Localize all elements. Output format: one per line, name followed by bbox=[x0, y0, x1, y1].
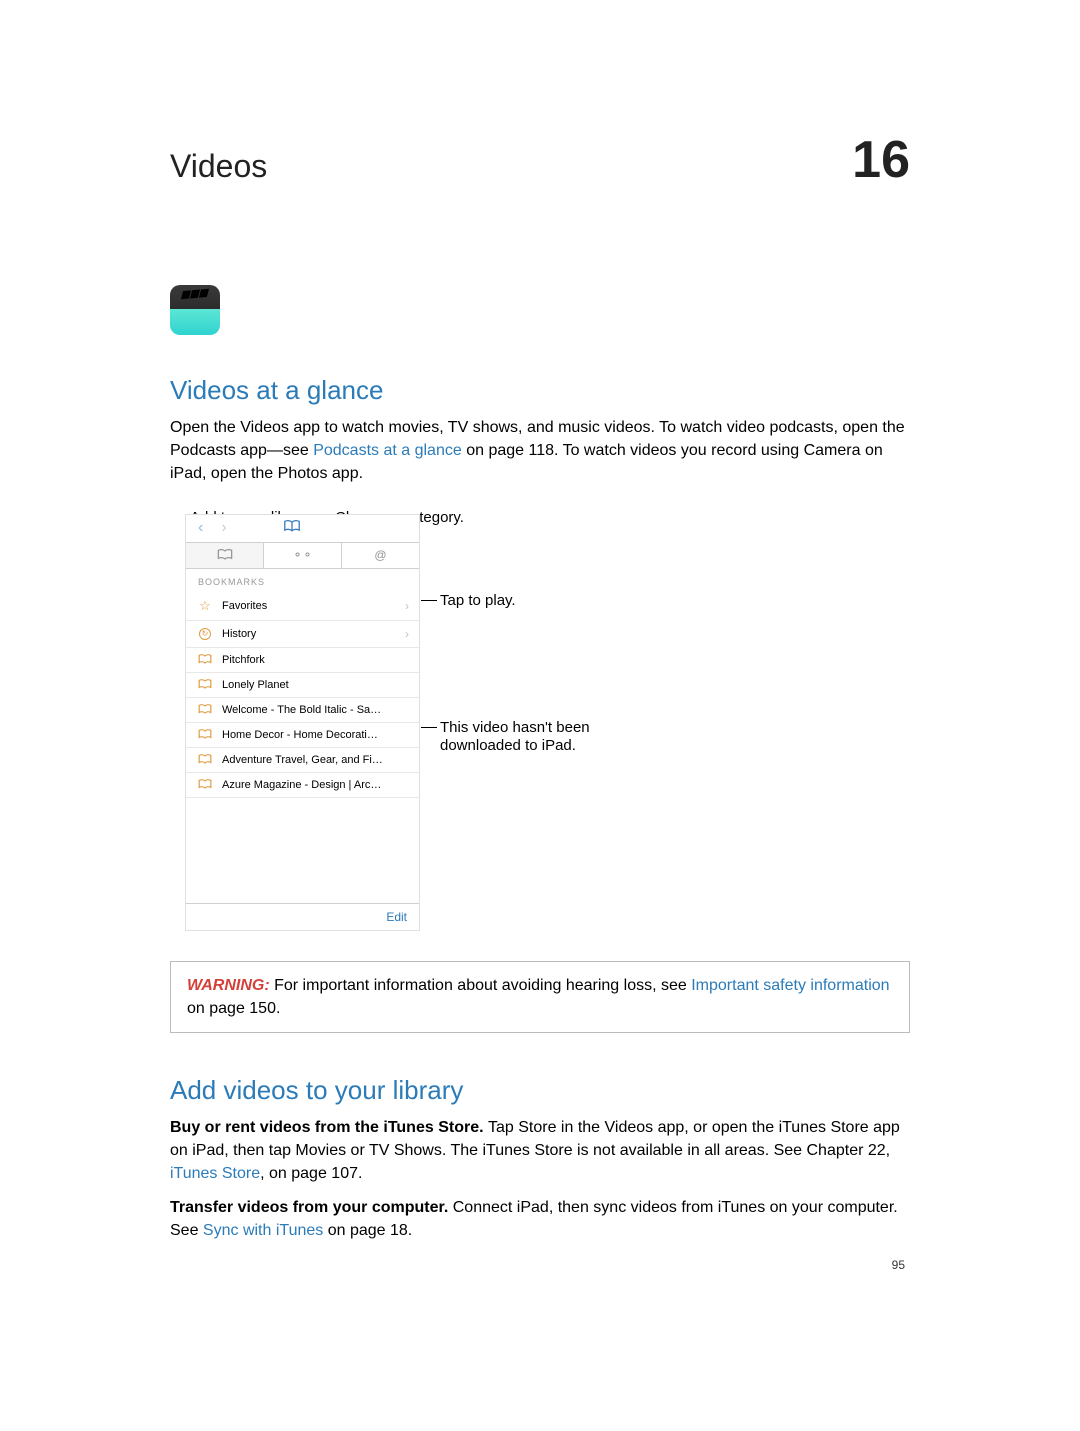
chapter-title: Videos bbox=[170, 148, 267, 185]
list-item-label: Adventure Travel, Gear, and Fi… bbox=[222, 754, 409, 766]
book-icon bbox=[198, 729, 212, 740]
link-sync-itunes[interactable]: Sync with iTunes bbox=[203, 1222, 323, 1239]
list-item[interactable]: Welcome - The Bold Italic - Sa… bbox=[186, 698, 419, 723]
bookmarks-screenshot: ‹ › ⚬⚬ @ BOOKMARKS ☆ Favorites › ↻ History › P… bbox=[185, 514, 420, 931]
list-item[interactable]: ☆ Favorites › bbox=[186, 592, 419, 621]
book-open-icon bbox=[283, 520, 301, 536]
tab-bookmarks[interactable] bbox=[186, 543, 264, 568]
tab-reading-list[interactable]: ⚬⚬ bbox=[264, 543, 342, 568]
warning-box: WARNING: For important information about… bbox=[170, 961, 910, 1033]
list-item[interactable]: Lonely Planet bbox=[186, 673, 419, 698]
browser-top-bar: ‹ › bbox=[186, 515, 419, 543]
chapter-header: Videos 16 bbox=[170, 130, 910, 190]
list-item-label: Favorites bbox=[222, 600, 395, 612]
list-item-label: Pitchfork bbox=[222, 654, 409, 666]
edit-button[interactable]: Edit bbox=[186, 903, 419, 930]
list-item[interactable]: Adventure Travel, Gear, and Fi… bbox=[186, 748, 419, 773]
list-item[interactable]: Home Decor - Home Decorati… bbox=[186, 723, 419, 748]
videos-app-icon bbox=[170, 285, 220, 335]
chapter-number: 16 bbox=[852, 130, 910, 190]
list-item-label: Azure Magazine - Design | Arc… bbox=[222, 779, 409, 791]
list-item-label: Welcome - The Bold Italic - Sa… bbox=[222, 704, 409, 716]
book-icon bbox=[198, 754, 212, 765]
bookmarks-label: BOOKMARKS bbox=[186, 569, 419, 592]
back-icon: ‹ bbox=[198, 519, 203, 537]
callout-not-downloaded: This video hasn't beendownloaded to iPad… bbox=[440, 719, 590, 757]
page-number: 95 bbox=[892, 1258, 905, 1272]
chevron-right-icon: › bbox=[405, 599, 409, 613]
chevron-right-icon: › bbox=[405, 627, 409, 641]
link-podcasts[interactable]: Podcasts at a glance bbox=[313, 442, 462, 459]
book-icon bbox=[198, 654, 212, 665]
tab-bar: ⚬⚬ @ bbox=[186, 543, 419, 569]
list-item[interactable]: Azure Magazine - Design | Arc… bbox=[186, 773, 419, 798]
section-heading-glance: Videos at a glance bbox=[170, 375, 910, 406]
link-safety-info[interactable]: Important safety information bbox=[691, 977, 889, 994]
book-icon bbox=[198, 679, 212, 690]
warning-label: WARNING: bbox=[187, 977, 274, 994]
tab-shared-links[interactable]: @ bbox=[342, 543, 419, 568]
star-icon: ☆ bbox=[198, 598, 212, 614]
book-icon bbox=[198, 704, 212, 715]
screenshot-figure: Add to your library. Choose a category. … bbox=[185, 514, 910, 931]
callout-tap-play: Tap to play. bbox=[440, 592, 516, 611]
list-item-label: Lonely Planet bbox=[222, 679, 409, 691]
list-item-label: History bbox=[222, 628, 395, 640]
list-item-label: Home Decor - Home Decorati… bbox=[222, 729, 409, 741]
section-heading-add-videos: Add videos to your library bbox=[170, 1075, 910, 1106]
clock-icon: ↻ bbox=[198, 628, 212, 640]
section-paragraph: Open the Videos app to watch movies, TV … bbox=[170, 416, 910, 486]
paragraph-buy-rent: Buy or rent videos from the iTunes Store… bbox=[170, 1116, 910, 1186]
forward-icon: › bbox=[221, 519, 226, 537]
paragraph-transfer: Transfer videos from your computer. Conn… bbox=[170, 1196, 910, 1242]
list-item[interactable]: Pitchfork bbox=[186, 648, 419, 673]
book-icon bbox=[198, 779, 212, 790]
list-item[interactable]: ↻ History › bbox=[186, 621, 419, 648]
link-itunes-store[interactable]: iTunes Store bbox=[170, 1165, 260, 1182]
